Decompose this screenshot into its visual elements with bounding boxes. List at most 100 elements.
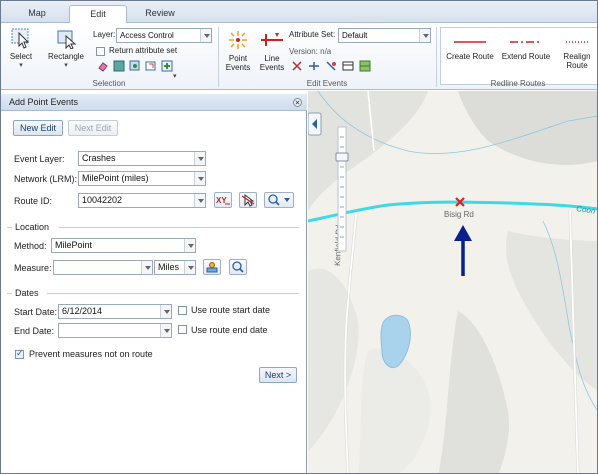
add-point-events-panel: Add Point Events New Edit Next Edit Even… bbox=[1, 94, 307, 473]
extend-route-label: Extend Route bbox=[501, 52, 551, 61]
ribbon: Select ▾ Rectangle ▾ Layer: Access Contr… bbox=[1, 23, 597, 90]
line-events-icon bbox=[261, 33, 283, 46]
rectangle-dropdown-icon[interactable]: ▾ bbox=[45, 61, 87, 70]
next-button[interactable]: Next > bbox=[259, 367, 297, 383]
attribute-set-select[interactable]: Default bbox=[338, 28, 431, 43]
section-divider bbox=[47, 293, 299, 294]
retire-icon[interactable] bbox=[325, 60, 337, 72]
return-attribute-label: Return attribute set bbox=[109, 46, 178, 55]
use-route-end-checkbox[interactable] bbox=[178, 325, 187, 334]
tab-review[interactable]: Review bbox=[131, 5, 189, 23]
dates-section: Dates bbox=[7, 288, 301, 298]
line-events-button[interactable]: Line Events bbox=[257, 29, 287, 72]
dash-line-icon bbox=[510, 41, 542, 43]
edit-events-group-label: Edit Events bbox=[306, 79, 348, 88]
zoom-route-button[interactable] bbox=[264, 192, 294, 208]
calendar-dropdown-icon bbox=[160, 305, 171, 318]
measure-unit-select[interactable]: Miles bbox=[154, 260, 196, 275]
redline-routes-group-label: Redline Routes bbox=[490, 79, 546, 88]
end-date-label: End Date: bbox=[14, 326, 55, 336]
chevron-down-icon bbox=[184, 261, 195, 274]
close-icon[interactable] bbox=[293, 98, 302, 107]
extend-route-button[interactable]: Extend Route bbox=[499, 35, 553, 61]
ribbon-divider bbox=[436, 27, 437, 87]
map-pin-icon bbox=[206, 262, 218, 273]
layer-select[interactable]: Access Control bbox=[116, 28, 212, 43]
tab-edit[interactable]: Edit bbox=[69, 5, 127, 24]
network-select[interactable]: MilePoint (miles) bbox=[78, 171, 206, 186]
road-label-bisig: Bisig Rd bbox=[444, 210, 474, 219]
chevron-down-icon bbox=[419, 29, 430, 42]
ribbon-tab-bar: Map Edit Review bbox=[1, 1, 597, 24]
line-events-label: Line Events bbox=[259, 54, 285, 72]
measure-label: Measure: bbox=[14, 263, 52, 273]
panel-title: Add Point Events bbox=[9, 97, 79, 107]
end-date-input[interactable] bbox=[58, 323, 172, 338]
section-divider bbox=[59, 227, 299, 228]
prevent-measures-checkbox[interactable] bbox=[15, 348, 24, 359]
rectangle-button[interactable]: Rectangle ▾ bbox=[45, 27, 87, 70]
rectangle-label: Rectangle bbox=[47, 52, 85, 61]
point-events-button[interactable]: Point Events bbox=[223, 29, 253, 72]
new-edit-button[interactable]: New Edit bbox=[13, 120, 63, 136]
pick-measure-button[interactable] bbox=[203, 259, 221, 275]
select-icon bbox=[11, 28, 30, 49]
select-dropdown-icon[interactable]: ▾ bbox=[5, 61, 37, 70]
prevent-measures-label: Prevent measures not on route bbox=[29, 349, 153, 359]
panel-header: Add Point Events bbox=[1, 94, 307, 111]
selection-group-label: Selection bbox=[92, 79, 126, 88]
eraser-icon[interactable] bbox=[97, 60, 109, 72]
flash-selection-icon[interactable] bbox=[145, 60, 157, 72]
realign-route-label: Realign Route bbox=[563, 52, 591, 70]
chevron-down-icon bbox=[141, 261, 152, 274]
select-route-button[interactable]: XY bbox=[214, 192, 232, 208]
attribute-set-label: Attribute Set: bbox=[289, 30, 336, 39]
start-date-input[interactable]: 6/12/2014 bbox=[58, 304, 172, 319]
return-attribute-checkbox[interactable] bbox=[96, 47, 105, 56]
split-icon[interactable] bbox=[308, 60, 320, 72]
route-xy-icon: XY bbox=[216, 196, 230, 205]
chevron-down-icon bbox=[200, 29, 211, 42]
chevron-down-icon bbox=[194, 194, 205, 207]
zoom-measure-button[interactable] bbox=[229, 259, 247, 275]
method-select[interactable]: MilePoint bbox=[51, 238, 196, 253]
location-section: Location bbox=[7, 222, 301, 232]
measure-unit-value: Miles bbox=[158, 262, 180, 272]
map-canvas: Bisig Rd Kenfield Rd Coon bbox=[308, 91, 597, 473]
layer-select-value: Access Control bbox=[120, 31, 174, 40]
select-button[interactable]: Select ▾ bbox=[5, 27, 37, 70]
route-id-value: 10042202 bbox=[82, 195, 123, 205]
measure-input[interactable] bbox=[53, 260, 153, 275]
route-id-field[interactable]: 10042202 bbox=[78, 193, 206, 208]
zoom-slider-track[interactable] bbox=[337, 126, 347, 252]
use-route-start-checkbox[interactable] bbox=[178, 306, 187, 315]
event-layer-value: Crashes bbox=[82, 153, 116, 163]
calendar-dropdown-icon bbox=[160, 324, 171, 337]
event-layer-select[interactable]: Crashes bbox=[78, 151, 206, 166]
chevron-down-icon bbox=[194, 172, 205, 185]
tab-map[interactable]: Map bbox=[11, 5, 63, 23]
map-view[interactable]: Bisig Rd Kenfield Rd Coon bbox=[308, 91, 597, 473]
version-label: Version: n/a bbox=[289, 47, 332, 56]
route-pick-icon bbox=[241, 194, 255, 207]
magnifier-icon bbox=[232, 261, 244, 273]
create-route-button[interactable]: Create Route bbox=[443, 35, 497, 61]
chevron-down-icon bbox=[194, 152, 205, 165]
pick-route-button[interactable] bbox=[239, 192, 257, 208]
method-value: MilePoint bbox=[55, 240, 93, 250]
use-route-end-label: Use route end date bbox=[191, 325, 268, 335]
dotted-line-icon bbox=[566, 41, 590, 43]
network-label: Network (LRM): bbox=[14, 174, 78, 184]
zoom-selection-icon[interactable] bbox=[129, 60, 141, 72]
grid-icon[interactable] bbox=[359, 60, 371, 72]
create-route-label: Create Route bbox=[446, 52, 494, 61]
zoom-slider-thumb[interactable] bbox=[335, 152, 349, 162]
realign-route-button[interactable]: Realign Route bbox=[557, 35, 597, 70]
delete-event-icon[interactable] bbox=[291, 60, 303, 72]
next-edit-button[interactable]: Next Edit bbox=[68, 120, 118, 136]
table-icon[interactable] bbox=[113, 60, 125, 72]
table-view-icon[interactable] bbox=[342, 60, 354, 72]
attributes-icon[interactable] bbox=[161, 60, 173, 72]
app-window: Map Edit Review Select ▾ Rectangle ▾ Lay… bbox=[0, 0, 598, 474]
method-label: Method: bbox=[14, 241, 47, 251]
